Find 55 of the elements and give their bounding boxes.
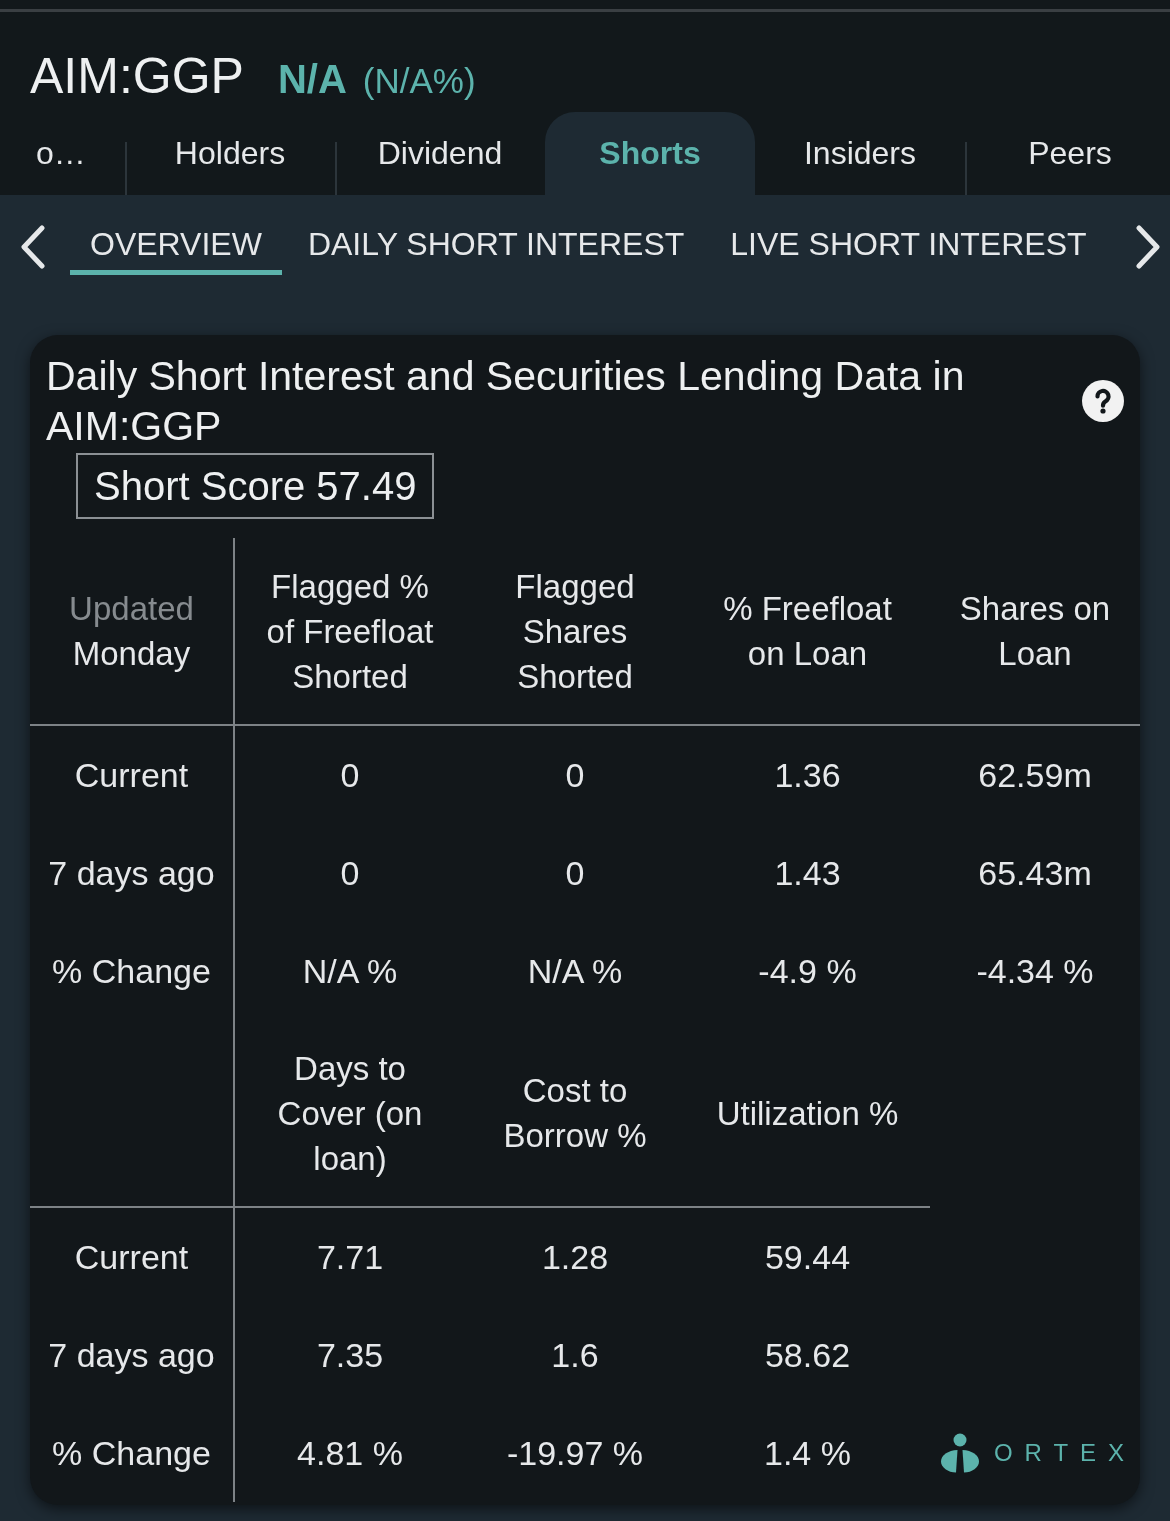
column-header: Flagged % of Freefloat Shorted (265, 566, 435, 697)
updated-label: Updated (69, 589, 194, 629)
table-cell: 58.62 (764, 1335, 851, 1375)
updated-day: Monday (72, 631, 191, 676)
table-cell: 1.6 (551, 1335, 599, 1375)
table-cell: 59.44 (764, 1237, 851, 1277)
row-label: % Change (52, 1433, 211, 1473)
table-cell: N/A % (302, 951, 398, 991)
chevron-left-icon[interactable] (20, 225, 46, 269)
price-change: (N/A%) (362, 61, 476, 101)
row-label: 7 days ago (48, 1335, 215, 1375)
help-icon[interactable] (1082, 380, 1124, 422)
table-cell: 65.43m (978, 853, 1092, 893)
tab[interactable]: o… (0, 112, 125, 195)
tab[interactable]: Shorts (545, 112, 755, 195)
table-cell: 1.36 (774, 755, 841, 795)
table-cell: -4.34 % (976, 951, 1094, 991)
short-score-box: Short Score 57.49 (76, 453, 435, 519)
person-mark-icon (939, 1433, 980, 1473)
table-cell: 7.35 (316, 1335, 384, 1375)
tab[interactable]: Peers (965, 112, 1170, 195)
column-header: Days to Cover (on loan) (276, 1048, 424, 1179)
table-cell: 0 (340, 755, 360, 795)
table-cell: 1.28 (541, 1237, 609, 1277)
row-label: % Change (52, 951, 211, 991)
column-header: % Freefloat on Loan (722, 589, 893, 674)
row-label: Current (74, 755, 189, 795)
column-header: Shares on Loan (958, 589, 1112, 674)
table-cell: 1.4 % (764, 1433, 851, 1473)
column-header: Cost to Borrow % (502, 1071, 648, 1156)
tab[interactable]: Insiders (755, 112, 965, 195)
price-value: N/A (277, 57, 347, 102)
column-header: Flagged Shares Shorted (514, 566, 636, 697)
subtab[interactable]: OVERVIEW (70, 219, 282, 275)
subtab[interactable]: DAILY SHORT INTEREST (287, 219, 705, 275)
row-label: 7 days ago (48, 853, 215, 893)
column-header: Utilization % (716, 1093, 899, 1134)
table-cell: -4.9 % (758, 951, 857, 991)
tab[interactable]: Dividend (335, 112, 545, 195)
table-cell: N/A % (527, 951, 623, 991)
ticker-symbol: AIM:GGP (30, 47, 244, 106)
table-cell: 62.59m (978, 755, 1092, 795)
subtab[interactable]: LIVE SHORT INTEREST (710, 219, 1107, 275)
chevron-right-icon[interactable] (1134, 225, 1161, 269)
table-cell: 7.71 (316, 1237, 384, 1277)
card-title: Daily Short Interest and Securities Lending Data in AIM:GGP (46, 352, 966, 451)
table-cell: -19.97 % (506, 1433, 644, 1473)
table-cell: 0 (340, 853, 360, 893)
table-cell: 1.43 (774, 853, 841, 893)
table-cell: 0 (565, 755, 585, 795)
table-cell: 4.81 % (297, 1433, 403, 1473)
table-cell: 0 (565, 853, 585, 893)
logo-text: ORTEX (993, 1439, 1137, 1467)
row-label: Current (74, 1237, 189, 1277)
tab[interactable]: Holders (125, 112, 335, 195)
